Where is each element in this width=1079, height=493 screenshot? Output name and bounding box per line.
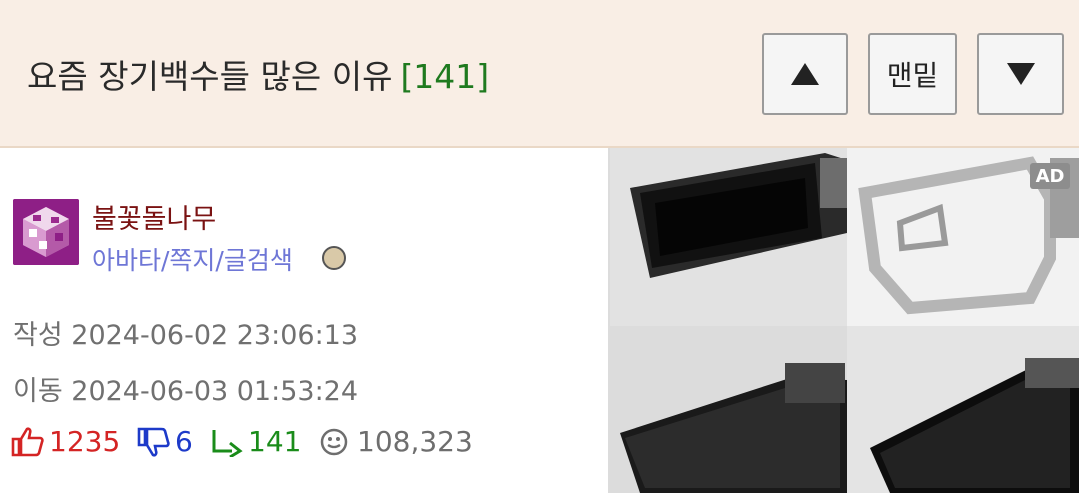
created-time: 작성 2024-06-02 23:06:13 <box>13 320 359 351</box>
reply-count[interactable]: [141] <box>400 57 489 96</box>
scroll-up-button[interactable] <box>762 33 848 115</box>
scroll-down-button[interactable] <box>977 33 1064 115</box>
views-smiley-icon <box>320 428 348 455</box>
go-bottom-button[interactable]: 맨밑 <box>868 33 957 115</box>
post-header: 요즘 장기백수들 많은 이유 [141] 맨밑 <box>0 0 1079 148</box>
thumbs-down-icon <box>137 427 170 457</box>
thumbs-up-icon <box>11 426 44 456</box>
ad-tag: AD <box>1030 163 1070 189</box>
moved-time: 이동 2024-06-03 01:53:24 <box>13 376 359 407</box>
reply-arrow-icon <box>212 429 243 457</box>
upvote-count: 1235 <box>49 425 121 458</box>
rank-badge-icon <box>322 246 346 270</box>
reply-stat-count: 141 <box>248 425 302 458</box>
avatar-cube-icon <box>13 199 79 265</box>
downvote-count: 6 <box>175 425 193 458</box>
post-title: 요즘 장기백수들 많은 이유 [141] <box>27 50 489 98</box>
triangle-down-icon <box>1006 63 1035 85</box>
ad-banner[interactable] <box>610 148 1079 493</box>
reply-stat[interactable]: 141 <box>210 425 301 458</box>
author-nickname[interactable]: 불꽃돌나무 <box>92 197 216 236</box>
triangle-up-icon <box>791 63 819 85</box>
views-count: 108,323 <box>357 425 473 458</box>
downvote-stat[interactable]: 6 <box>137 425 193 458</box>
post-title-text: 요즘 장기백수들 많은 이유 <box>27 57 393 96</box>
views-stat: 108,323 <box>319 425 473 458</box>
author-links[interactable]: 아바타/쪽지/글검색 <box>92 241 293 277</box>
upvote-stat[interactable]: 1235 <box>11 425 120 458</box>
avatar[interactable] <box>13 199 79 265</box>
belt-buckle-ad-image <box>610 148 1079 493</box>
